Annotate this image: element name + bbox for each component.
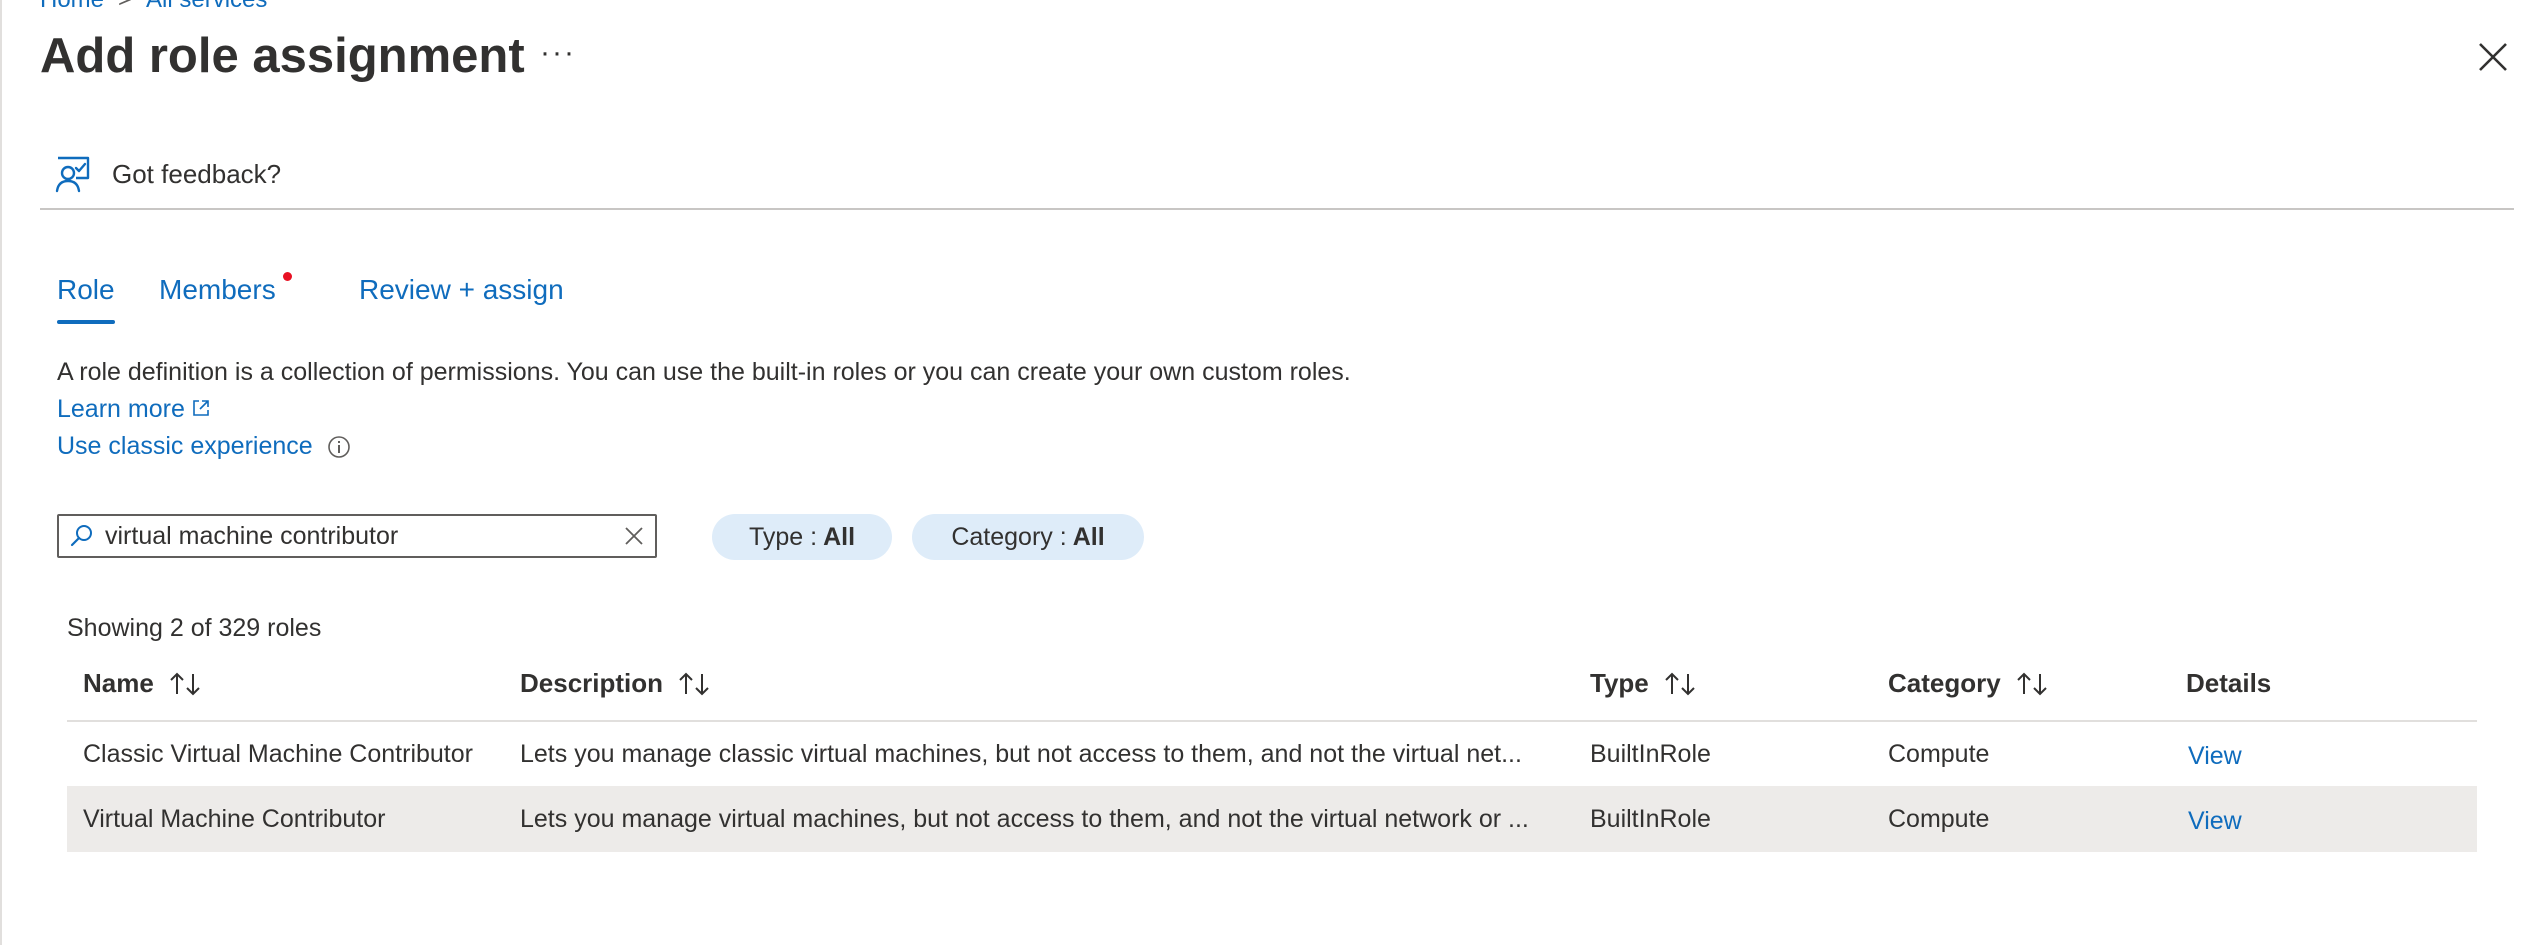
role-name: Classic Virtual Machine Contributor (83, 740, 473, 768)
breadcrumb-home[interactable]: Home (40, 0, 104, 13)
role-search-box (57, 514, 657, 558)
breadcrumb-separator: > (118, 0, 132, 13)
table-row[interactable]: Virtual Machine Contributor Lets you man… (67, 787, 2477, 852)
blade-left-border (0, 0, 2, 945)
clear-search-icon[interactable] (623, 525, 645, 547)
classic-experience-label: Use classic experience (57, 432, 313, 460)
role-type: BuiltInRole (1590, 805, 1711, 833)
role-description: A role definition is a collection of per… (57, 354, 1357, 428)
category-filter-label: Category : (951, 522, 1067, 551)
info-icon[interactable] (327, 435, 351, 459)
table-row[interactable]: Classic Virtual Machine Contributor Lets… (67, 722, 2477, 787)
result-count: Showing 2 of 329 roles (67, 614, 322, 642)
role-category: Compute (1888, 805, 1990, 833)
tab-members-indicator (283, 272, 292, 281)
view-details-link[interactable]: View (2188, 724, 2242, 788)
column-header-name[interactable]: Name (83, 668, 204, 699)
role-category: Compute (1888, 740, 1990, 768)
roles-table: Name Description Type Category Details C… (67, 660, 2477, 852)
search-icon (70, 525, 92, 547)
external-link-icon (193, 400, 209, 416)
column-header-label: Description (520, 668, 664, 698)
type-filter-pill[interactable]: Type : All (712, 514, 892, 560)
type-filter-label: Type : (748, 522, 818, 551)
column-header-label: Name (83, 668, 154, 698)
breadcrumb: Home > All services (40, 0, 267, 14)
more-options-button[interactable]: ··· (540, 36, 576, 70)
role-type: BuiltInRole (1590, 740, 1711, 768)
tab-review-assign[interactable]: Review + assign (359, 268, 564, 312)
category-filter-value: All (1072, 522, 1105, 551)
close-icon[interactable] (2476, 40, 2510, 74)
column-header-details: Details (2186, 668, 2271, 699)
page-title: Add role assignment (40, 29, 525, 83)
sort-icon[interactable] (168, 671, 204, 697)
role-description-text: A role definition is a collection of per… (57, 358, 1351, 386)
type-filter-value: All (823, 522, 856, 551)
role-search-input[interactable] (105, 521, 605, 551)
feedback-button[interactable]: Got feedback? (54, 152, 281, 196)
column-header-type[interactable]: Type (1590, 668, 1699, 699)
category-filter-pill[interactable]: Category : All (912, 514, 1144, 560)
role-description-cell: Lets you manage virtual machines, but no… (520, 805, 1529, 833)
column-header-description[interactable]: Description (520, 668, 713, 699)
feedback-label: Got feedback? (112, 158, 282, 189)
column-header-label: Type (1590, 668, 1649, 698)
sort-icon[interactable] (2015, 671, 2051, 697)
classic-experience-link[interactable]: Use classic experience (57, 428, 351, 465)
column-header-label: Category (1888, 668, 2001, 698)
feedback-icon (55, 156, 90, 193)
tab-role[interactable]: Role (57, 268, 115, 324)
breadcrumb-all-services[interactable]: All services (146, 0, 267, 13)
role-description-cell: Lets you manage classic virtual machines… (520, 740, 1522, 768)
role-name: Virtual Machine Contributor (83, 805, 386, 833)
command-bar-divider (40, 208, 2514, 210)
learn-more-label: Learn more (57, 395, 185, 423)
view-details-link[interactable]: View (2188, 789, 2242, 853)
tab-members[interactable]: Members (159, 268, 276, 312)
sort-icon[interactable] (1663, 671, 1699, 697)
learn-more-link[interactable]: Learn more (57, 395, 211, 423)
sort-icon[interactable] (677, 671, 713, 697)
column-header-label: Details (2186, 668, 2272, 698)
column-header-category[interactable]: Category (1888, 668, 2051, 699)
table-header: Name Description Type Category Details (67, 660, 2477, 722)
